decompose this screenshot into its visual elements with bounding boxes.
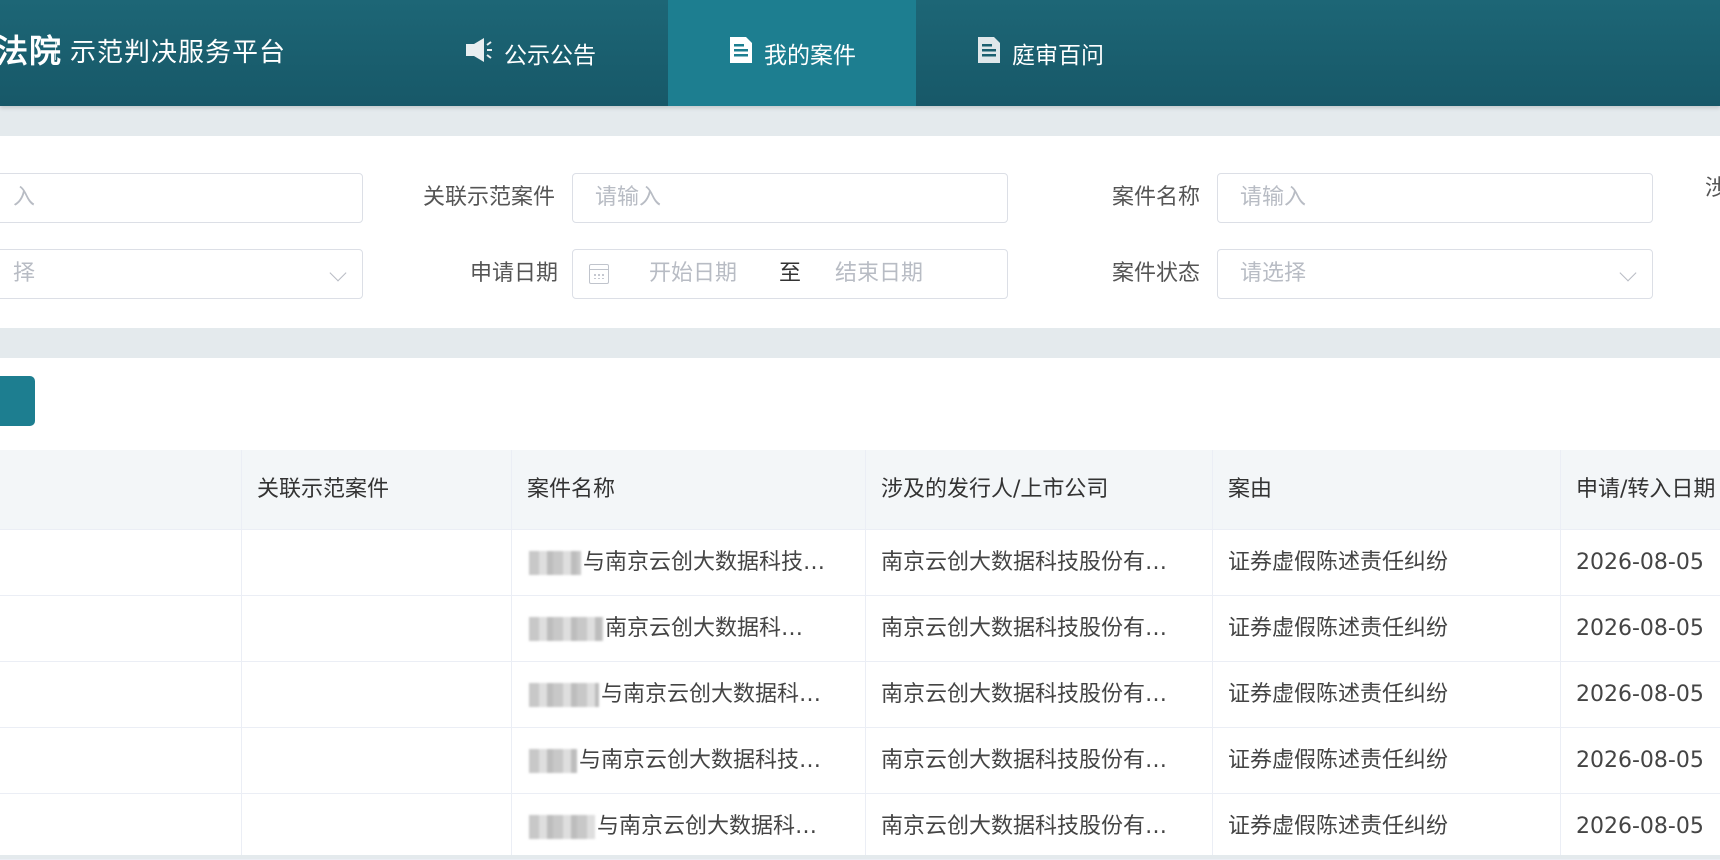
nav-my-cases[interactable]: 我的案件 xyxy=(668,0,916,106)
top-header: 法院 示范判决服务平台 公示公告 我的案件 庭审百问 xyxy=(0,0,1720,106)
cell-apply-date: 2026-08-05 xyxy=(1576,682,1704,707)
chevron-down-icon xyxy=(329,264,347,282)
th-cause: 案由 xyxy=(1228,477,1273,502)
filter-select-1-placeholder: 择 xyxy=(13,261,36,286)
issuer-label-cut: 涉 xyxy=(1705,176,1720,201)
cases-table: 关联示范案件 案件名称 涉及的发行人/上市公司 案由 申请/转入日期 与南京云创… xyxy=(0,450,1720,860)
action-bar xyxy=(0,358,1720,450)
cell-case-name-text: 与南京云创大数据科… xyxy=(601,682,822,707)
cell-case-name[interactable]: 与南京云创大数据科… xyxy=(511,794,865,860)
cell-issuer: 南京云创大数据科技股份有… xyxy=(881,748,1168,773)
nav-trial-faq-label: 庭审百问 xyxy=(1012,43,1104,69)
logo-separator xyxy=(55,40,56,60)
cell-case-name-text: 南京云创大数据科… xyxy=(605,616,804,641)
start-date-placeholder: 开始日期 xyxy=(649,261,738,286)
redacted-name xyxy=(529,815,595,839)
case-name-label: 案件名称 xyxy=(1111,185,1200,210)
redacted-name xyxy=(529,617,603,641)
cell-issuer: 南京云创大数据科技股份有… xyxy=(881,616,1168,641)
platform-title: 示范判决服务平台 xyxy=(70,38,287,68)
cell-cause: 证券虚假陈述责任纠纷 xyxy=(1228,616,1449,641)
filter-panel: 入 关联示范案件 请输入 案件名称 请输入 涉 择 申请日期 开始日期 至 结束… xyxy=(0,136,1720,328)
speaker-icon xyxy=(464,37,494,69)
document-icon xyxy=(976,36,1002,70)
cell-case-name-text: 与南京云创大数据科技… xyxy=(579,748,822,773)
cell-case-name[interactable]: 与南京云创大数据科技… xyxy=(511,530,865,596)
case-name-placeholder: 请输入 xyxy=(1240,185,1307,210)
th-related-case: 关联示范案件 xyxy=(257,477,390,502)
th-case-name: 案件名称 xyxy=(527,477,616,502)
cell-related-case xyxy=(241,662,511,728)
nav-my-cases-label: 我的案件 xyxy=(764,43,856,69)
cell-cause: 证券虚假陈述责任纠纷 xyxy=(1228,682,1449,707)
table-header: 关联示范案件 案件名称 涉及的发行人/上市公司 案由 申请/转入日期 xyxy=(0,450,1720,530)
cell-related-case xyxy=(241,530,511,596)
case-status-placeholder: 请选择 xyxy=(1240,261,1307,286)
table-row[interactable]: 南京云创大数据科… 南京云创大数据科技股份有… 证券虚假陈述责任纠纷 2026-… xyxy=(0,596,1720,662)
cell-case-name[interactable]: 与南京云创大数据科… xyxy=(511,662,865,728)
filter-input-1[interactable]: 入 xyxy=(0,173,363,223)
apply-date-range[interactable]: 开始日期 至 结束日期 xyxy=(572,249,1008,299)
case-name-input[interactable]: 请输入 xyxy=(1217,173,1653,223)
nav-public-notice-label: 公示公告 xyxy=(504,43,596,69)
cell-related-case xyxy=(241,794,511,860)
redacted-name xyxy=(529,551,581,575)
cell-case-name-text: 与南京云创大数据科技… xyxy=(583,550,826,575)
redacted-name xyxy=(529,683,599,707)
table-row[interactable]: 与南京云创大数据科技… 南京云创大数据科技股份有… 证券虚假陈述责任纠纷 202… xyxy=(0,728,1720,794)
cell-related-case xyxy=(241,596,511,662)
cell-cause: 证券虚假陈述责任纠纷 xyxy=(1228,550,1449,575)
primary-action-button[interactable] xyxy=(0,376,35,426)
redacted-name xyxy=(529,749,577,773)
cell-issuer: 南京云创大数据科技股份有… xyxy=(881,682,1168,707)
table-row[interactable]: 与南京云创大数据科… 南京云创大数据科技股份有… 证券虚假陈述责任纠纷 2026… xyxy=(0,794,1720,860)
document-icon xyxy=(728,36,754,70)
date-range-separator: 至 xyxy=(779,261,802,286)
nav-public-notice[interactable]: 公示公告 xyxy=(440,0,620,106)
cell-cause: 证券虚假陈述责任纠纷 xyxy=(1228,814,1449,839)
cell-apply-date: 2026-08-05 xyxy=(1576,814,1704,839)
cell-case-name[interactable]: 南京云创大数据科… xyxy=(511,596,865,662)
case-status-label: 案件状态 xyxy=(1111,261,1200,286)
cell-issuer: 南京云创大数据科技股份有… xyxy=(881,550,1168,575)
nav-trial-faq[interactable]: 庭审百问 xyxy=(950,0,1130,106)
chevron-down-icon xyxy=(1619,264,1637,282)
cell-cause: 证券虚假陈述责任纠纷 xyxy=(1228,748,1449,773)
court-logo-text: 法院 xyxy=(0,32,63,70)
filter-select-1[interactable]: 择 xyxy=(0,249,363,299)
cell-issuer: 南京云创大数据科技股份有… xyxy=(881,814,1168,839)
end-date-placeholder: 结束日期 xyxy=(835,261,924,286)
related-case-label: 关联示范案件 xyxy=(422,185,555,210)
calendar-icon xyxy=(589,264,609,284)
filter-input-1-placeholder: 入 xyxy=(13,185,36,210)
th-issuer: 涉及的发行人/上市公司 xyxy=(881,477,1109,502)
cell-case-name-text: 与南京云创大数据科… xyxy=(597,814,818,839)
related-case-input[interactable]: 请输入 xyxy=(572,173,1008,223)
related-case-placeholder: 请输入 xyxy=(595,185,662,210)
table-row[interactable]: 与南京云创大数据科技… 南京云创大数据科技股份有… 证券虚假陈述责任纠纷 202… xyxy=(0,530,1720,596)
cell-apply-date: 2026-08-05 xyxy=(1576,748,1704,773)
case-status-select[interactable]: 请选择 xyxy=(1217,249,1653,299)
cell-related-case xyxy=(241,728,511,794)
cell-apply-date: 2026-08-05 xyxy=(1576,616,1704,641)
cell-apply-date: 2026-08-05 xyxy=(1576,550,1704,575)
table-row[interactable]: 与南京云创大数据科… 南京云创大数据科技股份有… 证券虚假陈述责任纠纷 2026… xyxy=(0,662,1720,728)
apply-date-label: 申请日期 xyxy=(469,261,558,286)
th-apply-date: 申请/转入日期 xyxy=(1576,477,1716,502)
cell-case-name[interactable]: 与南京云创大数据科技… xyxy=(511,728,865,794)
